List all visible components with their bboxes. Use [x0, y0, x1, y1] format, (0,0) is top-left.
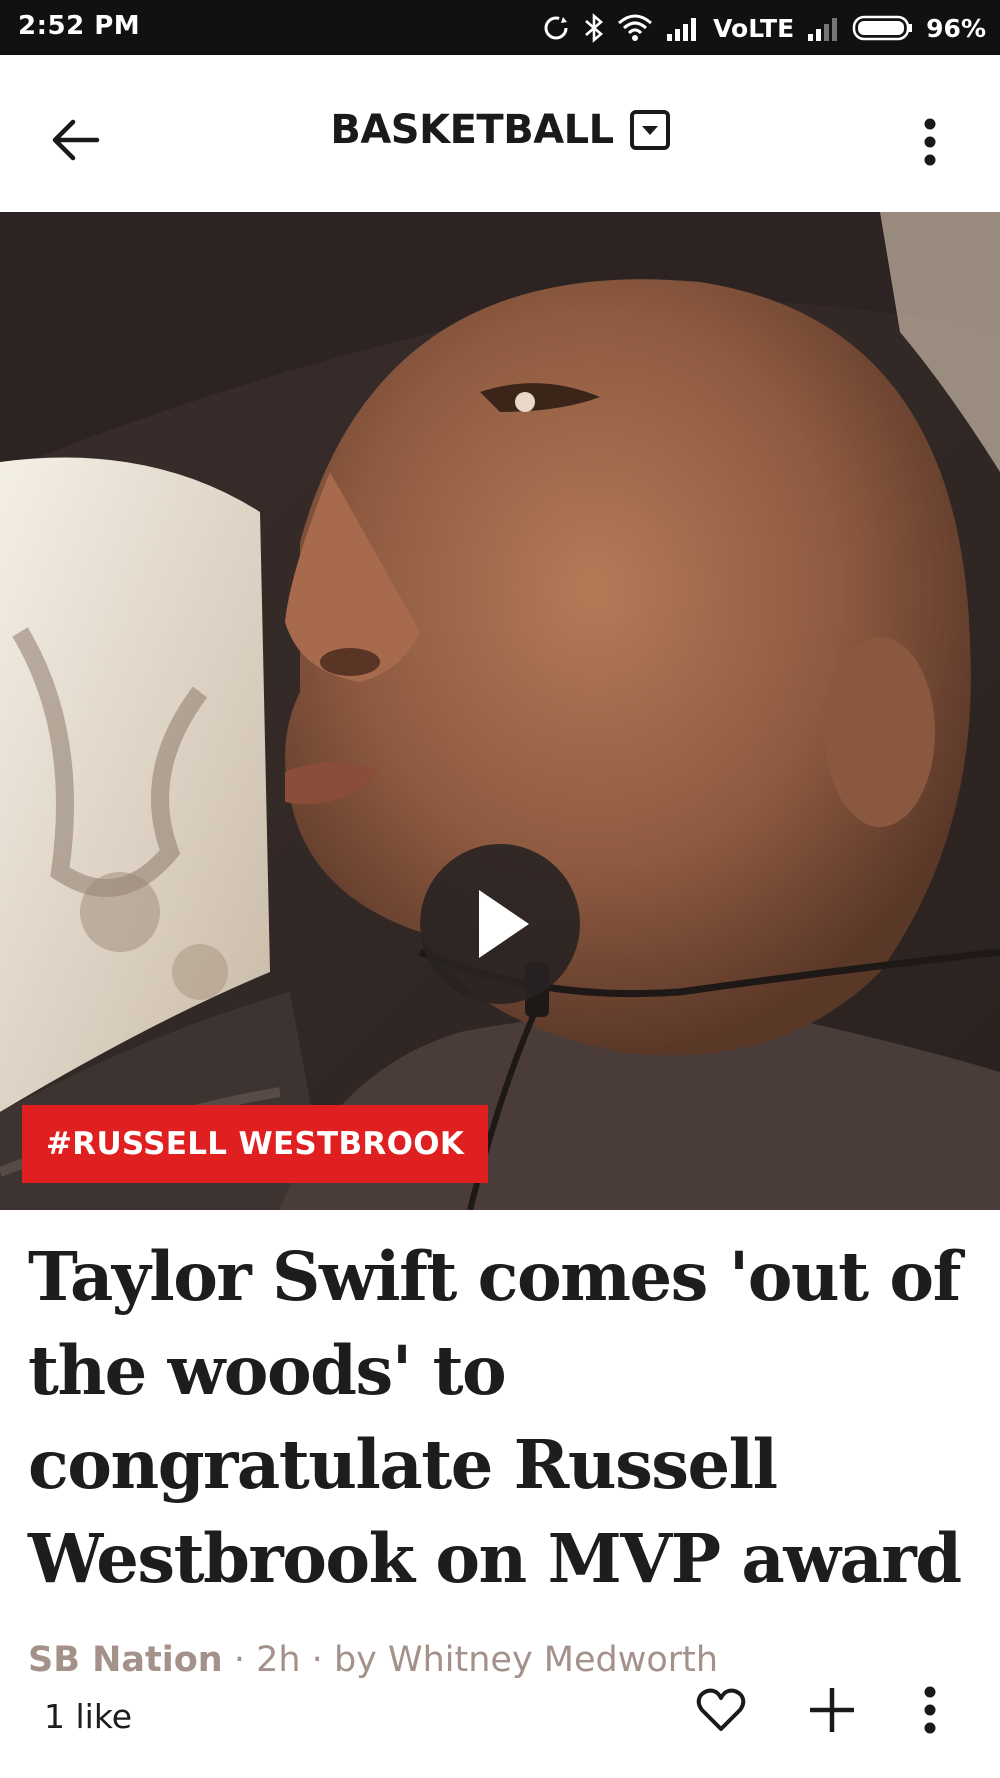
signal-icon	[665, 14, 701, 42]
hero-image	[0, 212, 1000, 1210]
signal-icon	[806, 14, 840, 42]
article-headline[interactable]: Taylor Swift comes 'out of the woods' to…	[28, 1230, 978, 1606]
play-icon	[479, 890, 529, 958]
dropdown-icon	[629, 110, 670, 150]
app-bar: BASKETBALL	[0, 55, 1000, 212]
byline-separator: ·	[233, 1640, 257, 1680]
status-bar: 2:52 PM VoLTE 96%	[0, 0, 1000, 55]
battery-icon	[852, 13, 914, 43]
article-age: 2h	[256, 1640, 301, 1680]
hero-video-thumbnail[interactable]	[0, 212, 1000, 1210]
author-prefix: by	[333, 1640, 377, 1680]
section-selector[interactable]: BASKETBALL	[0, 107, 1000, 153]
article-byline: SB Nation · 2h · by Whitney Medworth	[28, 1640, 718, 1680]
more-vertical-icon	[924, 1686, 936, 1734]
like-button[interactable]	[686, 1675, 756, 1745]
battery-level: 96%	[926, 13, 986, 43]
status-icons: VoLTE 96%	[541, 8, 986, 48]
source-name[interactable]: SB Nation	[28, 1640, 223, 1680]
sync-icon	[541, 13, 571, 43]
topic-tag[interactable]: #RUSSELL WESTBROOK	[22, 1105, 489, 1183]
section-title: BASKETBALL	[330, 107, 614, 153]
network-label: VoLTE	[713, 13, 795, 43]
wifi-icon	[617, 13, 653, 43]
byline-separator: ·	[311, 1640, 334, 1680]
heart-icon	[696, 1688, 746, 1731]
play-button[interactable]	[420, 844, 580, 1004]
more-vertical-icon	[924, 118, 936, 166]
article-more-button[interactable]	[895, 1675, 965, 1745]
overflow-menu-button[interactable]	[900, 107, 960, 177]
plus-icon	[810, 1688, 854, 1732]
like-count[interactable]: 1 like	[44, 1697, 132, 1736]
bluetooth-icon	[583, 12, 605, 44]
author-name: Whitney Medworth	[388, 1640, 719, 1680]
status-time: 2:52 PM	[18, 11, 141, 41]
add-button[interactable]	[797, 1675, 867, 1745]
